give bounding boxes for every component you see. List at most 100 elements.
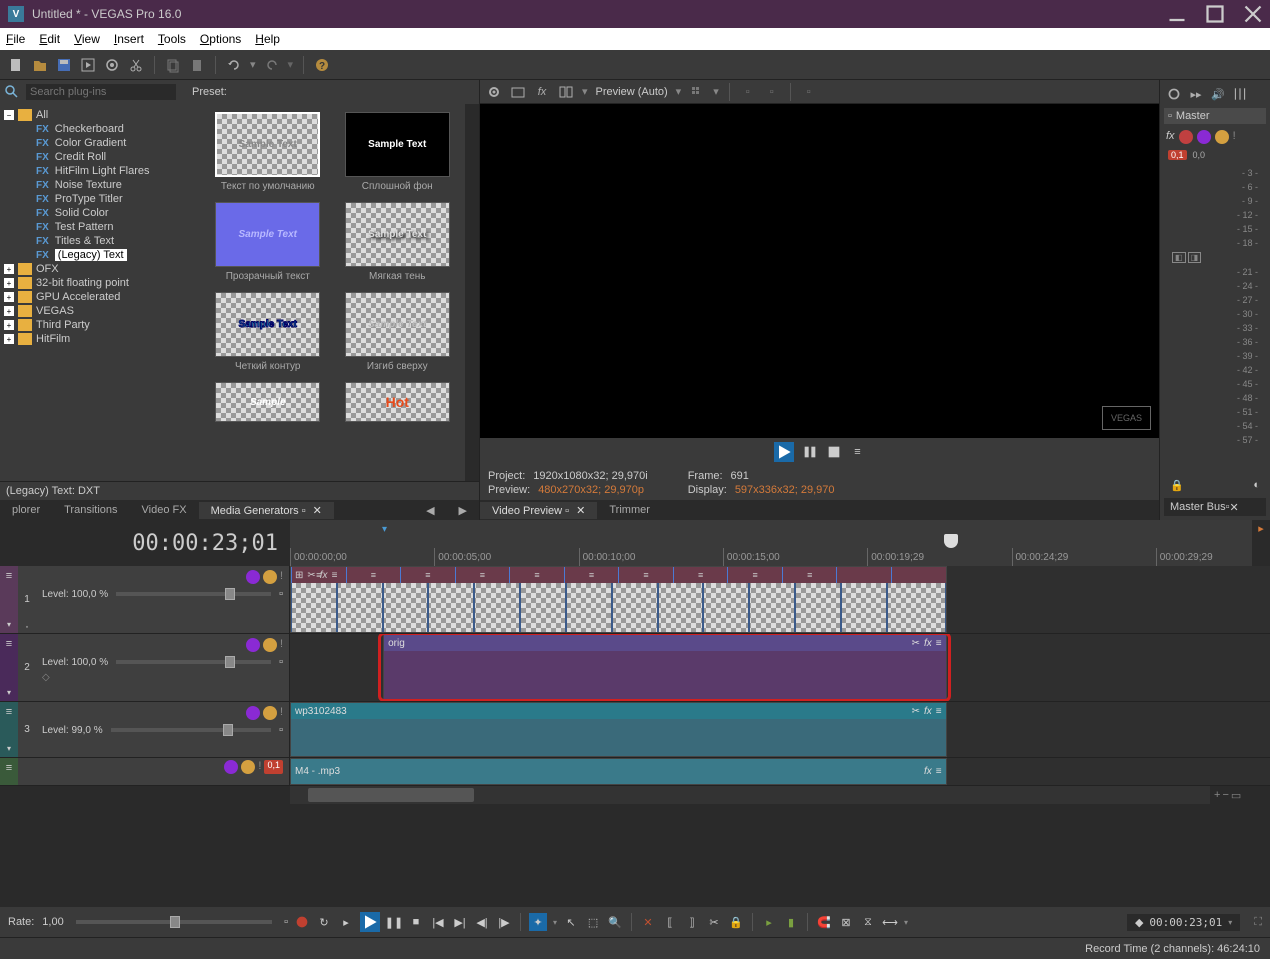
- preview-quality[interactable]: Preview (Auto): [596, 86, 668, 98]
- menu-file[interactable]: File: [6, 32, 25, 46]
- solo-icon[interactable]: [263, 570, 277, 584]
- go-start-button[interactable]: |◀: [430, 914, 446, 930]
- open-icon[interactable]: [32, 57, 48, 73]
- mute-icon[interactable]: !: [1233, 130, 1236, 144]
- ripple-button[interactable]: ⟷: [882, 914, 898, 930]
- save-icon[interactable]: [56, 57, 72, 73]
- maximize-button[interactable]: [1206, 5, 1224, 23]
- video-preview[interactable]: VEGAS: [480, 104, 1159, 438]
- properties-icon[interactable]: [104, 57, 120, 73]
- minimize-button[interactable]: [1168, 5, 1186, 23]
- prev-frame-button[interactable]: ◀|: [474, 914, 490, 930]
- h-scrollbar[interactable]: [290, 786, 1210, 804]
- save-snapshot-icon[interactable]: ▫: [764, 84, 780, 100]
- zoom-fit-icon[interactable]: ▭: [1231, 789, 1241, 802]
- expand-icon[interactable]: ⛶: [1254, 916, 1262, 929]
- rate-slider[interactable]: [76, 920, 272, 924]
- menu-edit[interactable]: Edit: [39, 32, 60, 46]
- play-from-start-button[interactable]: ▸: [338, 914, 354, 930]
- preset-item[interactable]: Sample Text Сплошной фон: [338, 112, 458, 192]
- selection-tool[interactable]: ↖: [563, 914, 579, 930]
- preset-item[interactable]: Sample Text Четкий контур: [208, 292, 328, 372]
- zoom-in-icon[interactable]: +: [1214, 789, 1220, 801]
- stop-button[interactable]: ■: [408, 914, 424, 930]
- footer-timecode[interactable]: 00:00:23;01: [1149, 916, 1222, 929]
- gear-icon[interactable]: [1166, 86, 1182, 102]
- scrollbar[interactable]: [465, 104, 479, 481]
- grid-icon[interactable]: [689, 84, 705, 100]
- marker-button[interactable]: ▸: [761, 914, 777, 930]
- trim-end-button[interactable]: ⟧: [684, 914, 700, 930]
- redo-icon[interactable]: [264, 57, 280, 73]
- new-icon[interactable]: [8, 57, 24, 73]
- overlays-icon[interactable]: ▫: [801, 84, 817, 100]
- copy-snapshot-icon[interactable]: ▫: [740, 84, 756, 100]
- tab-trimmer[interactable]: Trimmer: [597, 502, 662, 518]
- track-handle[interactable]: ≡▾: [0, 702, 18, 757]
- rate-value[interactable]: 1,00: [42, 916, 63, 928]
- track-level[interactable]: Level: 100,0 %: [42, 589, 108, 600]
- rate-reset-icon[interactable]: ▫: [284, 916, 288, 928]
- menu-options[interactable]: Options: [200, 32, 241, 46]
- paste-icon[interactable]: [189, 57, 205, 73]
- external-icon[interactable]: [510, 84, 526, 100]
- solo-icon[interactable]: [263, 638, 277, 652]
- split-icon[interactable]: [558, 84, 574, 100]
- play-button[interactable]: [360, 912, 380, 932]
- menu-view[interactable]: View: [74, 32, 100, 46]
- automation-icon[interactable]: [246, 570, 260, 584]
- tab-transitions[interactable]: Transitions: [52, 502, 129, 518]
- playhead[interactable]: [944, 534, 958, 548]
- tab-media-generators[interactable]: Media Generators ▫ ✕: [199, 502, 334, 519]
- preset-item[interactable]: Sample Text Мягкая тень: [338, 202, 458, 282]
- menu-tools[interactable]: Tools: [158, 32, 186, 46]
- close-icon[interactable]: ✕: [313, 505, 322, 517]
- region-button[interactable]: ▮: [783, 914, 799, 930]
- split-button[interactable]: ✂: [706, 914, 722, 930]
- go-end-button[interactable]: ▶|: [452, 914, 468, 930]
- menu-help[interactable]: Help: [255, 32, 280, 46]
- mute-icon[interactable]: !: [280, 570, 283, 584]
- menu-insert[interactable]: Insert: [114, 32, 144, 46]
- tab-master-bus[interactable]: Master Bus: [1170, 501, 1226, 513]
- tab-explorer[interactable]: plorer: [0, 502, 52, 518]
- automation-icon[interactable]: [246, 638, 260, 652]
- zoom-tool[interactable]: 🔍: [607, 914, 623, 930]
- help-icon[interactable]: ?: [314, 57, 330, 73]
- preset-item[interactable]: Sample Text Изгиб сверху: [338, 292, 458, 372]
- preset-item[interactable]: Hot: [338, 382, 458, 422]
- record-icon[interactable]: [1179, 130, 1193, 144]
- track-handle[interactable]: ≡▾: [0, 634, 18, 701]
- solo-icon[interactable]: [263, 706, 277, 720]
- crop-icon[interactable]: ✂: [912, 638, 920, 649]
- dim-icon[interactable]: ◐: [1253, 479, 1260, 492]
- snap-button[interactable]: 🧲: [816, 914, 832, 930]
- gear-icon[interactable]: [486, 84, 502, 100]
- lock-icon[interactable]: 🔒: [1170, 479, 1184, 492]
- timecode-display[interactable]: 00:00:23;01: [0, 520, 290, 566]
- marker-icon[interactable]: ▸: [1258, 522, 1264, 535]
- tab-nav-left[interactable]: ◀: [414, 502, 446, 519]
- tab-nav-right[interactable]: ▶: [447, 502, 479, 519]
- timeline-ruler[interactable]: ▾ 00:00:00;00 00:00:05;00 00:00:10;00 00…: [290, 520, 1252, 566]
- close-icon[interactable]: ✕: [1230, 501, 1239, 514]
- level-slider[interactable]: [111, 728, 271, 732]
- normal-edit-tool[interactable]: ✦: [529, 913, 547, 931]
- copy-icon[interactable]: [165, 57, 181, 73]
- trim-start-button[interactable]: ⟦: [662, 914, 678, 930]
- cut-icon[interactable]: [128, 57, 144, 73]
- tab-videofx[interactable]: Video FX: [130, 502, 199, 518]
- close-button[interactable]: [1244, 5, 1262, 23]
- pause-button[interactable]: ❚❚: [386, 914, 402, 930]
- pause-button[interactable]: [802, 444, 818, 460]
- render-icon[interactable]: [80, 57, 96, 73]
- track-handle[interactable]: ≡: [0, 758, 18, 785]
- pan-icon[interactable]: ▫: [279, 588, 283, 600]
- delete-button[interactable]: ✕: [640, 914, 656, 930]
- auto-crossfade-button[interactable]: ⧖: [860, 914, 876, 930]
- preset-item[interactable]: Sample: [208, 382, 328, 422]
- mute-icon[interactable]: !: [280, 638, 283, 652]
- search-input[interactable]: [26, 84, 176, 100]
- lock-button[interactable]: 🔒: [728, 914, 744, 930]
- preset-item[interactable]: Sample Text Текст по умолчанию: [208, 112, 328, 192]
